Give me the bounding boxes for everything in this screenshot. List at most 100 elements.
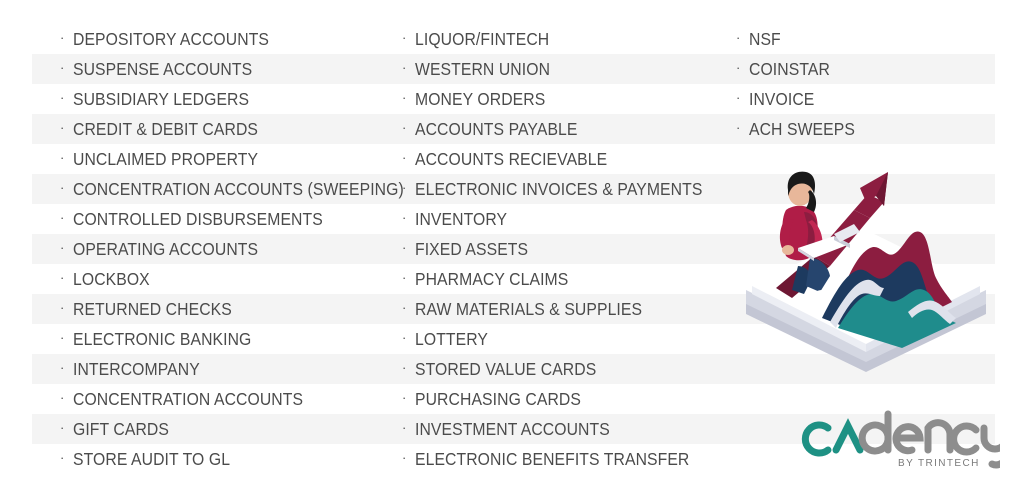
logo-tagline: BY TRINTECH bbox=[898, 458, 980, 469]
bullet-icon: · bbox=[402, 360, 407, 375]
list-item-label: PURCHASING CARDS bbox=[415, 389, 581, 409]
list-item: · GIFT CARDS bbox=[60, 414, 390, 444]
bullet-icon: · bbox=[402, 450, 407, 465]
bullet-icon: · bbox=[402, 30, 407, 45]
list-item: · ACH SWEEPS bbox=[736, 114, 1020, 144]
list-item: · UNCLAIMED PROPERTY bbox=[60, 144, 390, 174]
logo-letter-c2 bbox=[950, 422, 980, 456]
list-item-label: CONTROLLED DISBURSEMENTS bbox=[73, 209, 323, 229]
list-item-label: INVENTORY bbox=[415, 209, 508, 229]
list-item: · RAW MATERIALS & SUPPLIES bbox=[402, 294, 720, 324]
bullet-icon: · bbox=[402, 270, 407, 285]
list-item: · PURCHASING CARDS bbox=[402, 384, 720, 414]
list-item: · STORE AUDIT TO GL bbox=[60, 444, 390, 474]
list-item-label: OPERATING ACCOUNTS bbox=[73, 239, 259, 259]
bullet-icon: · bbox=[60, 30, 65, 45]
bullet-icon: · bbox=[736, 60, 741, 75]
bullet-icon: · bbox=[402, 240, 407, 255]
list-item-label: GIFT CARDS bbox=[73, 419, 170, 439]
list-item: · CONCENTRATION ACCOUNTS (SWEEPING) bbox=[60, 174, 404, 204]
list-item: · COINSTAR bbox=[736, 54, 1020, 84]
bullet-icon: · bbox=[402, 390, 407, 405]
list-item-label: LIQUOR/FINTECH bbox=[415, 29, 550, 49]
list-item-label: RETURNED CHECKS bbox=[73, 299, 232, 319]
list-item-label: LOCKBOX bbox=[73, 269, 150, 289]
logo-letter-n bbox=[924, 419, 954, 454]
list-item-label: INVOICE bbox=[749, 89, 815, 109]
list-item: · PHARMACY CLAIMS bbox=[402, 264, 720, 294]
list-item-label: ELECTRONIC BANKING bbox=[73, 329, 252, 349]
bullet-icon: · bbox=[60, 270, 65, 285]
isometric-analyst-illustration bbox=[738, 162, 994, 372]
logo-letter-a bbox=[832, 418, 864, 454]
logo-letter-y-bowl bbox=[980, 424, 1000, 453]
bullet-icon: · bbox=[60, 450, 65, 465]
bullet-icon: · bbox=[402, 300, 407, 315]
list-item: · MONEY ORDERS bbox=[402, 84, 720, 114]
list-item-label: LOTTERY bbox=[415, 329, 488, 349]
list-item: · LOCKBOX bbox=[60, 264, 390, 294]
bullet-icon: · bbox=[736, 120, 741, 135]
list-item: · ELECTRONIC BANKING bbox=[60, 324, 390, 354]
bullet-icon: · bbox=[402, 330, 407, 345]
list-item: · OPERATING ACCOUNTS bbox=[60, 234, 390, 264]
list-item: · ELECTRONIC BENEFITS TRANSFER bbox=[402, 444, 720, 474]
list-item: · STORED VALUE CARDS bbox=[402, 354, 720, 384]
list-item-label: CREDIT & DEBIT CARDS bbox=[73, 119, 259, 139]
list-item-label: SUBSIDIARY LEDGERS bbox=[73, 89, 250, 109]
list-item: · ELECTRONIC INVOICES & PAYMENTS bbox=[402, 174, 720, 204]
logo-letter-c bbox=[801, 421, 832, 457]
list-item: · ACCOUNTS RECIEVABLE bbox=[402, 144, 720, 174]
bullet-icon: · bbox=[402, 420, 407, 435]
list-item: · WESTERN UNION bbox=[402, 54, 720, 84]
bullet-icon: · bbox=[60, 420, 65, 435]
list-item: · INTERCOMPANY bbox=[60, 354, 390, 384]
list-item-label: INTERCOMPANY bbox=[73, 359, 200, 379]
list-item: · SUBSIDIARY LEDGERS bbox=[60, 84, 390, 114]
list-item-label: ELECTRONIC BENEFITS TRANSFER bbox=[415, 449, 690, 469]
slide-canvas: · DEPOSITORY ACCOUNTS · SUSPENSE ACCOUNTS · S… bbox=[0, 0, 1024, 500]
list-column-2: · LIQUOR/FINTECH · WESTERN UNION · MONEY ORDE… bbox=[390, 24, 720, 476]
list-item-label: PHARMACY CLAIMS bbox=[415, 269, 569, 289]
bullet-icon: · bbox=[402, 210, 407, 225]
bullet-icon: · bbox=[60, 180, 65, 195]
list-column-1: · DEPOSITORY ACCOUNTS · SUSPENSE ACCOUNTS · S… bbox=[0, 24, 404, 476]
bullet-icon: · bbox=[402, 60, 407, 75]
bullet-icon: · bbox=[402, 120, 407, 135]
list-item: · DEPOSITORY ACCOUNTS bbox=[60, 24, 390, 54]
list-item: · INVOICE bbox=[736, 84, 1020, 114]
list-item-label: STORE AUDIT TO GL bbox=[73, 449, 231, 469]
list-item-label: RAW MATERIALS & SUPPLIES bbox=[415, 299, 643, 319]
list-item: · INVENTORY bbox=[402, 204, 720, 234]
list-item-label: MONEY ORDERS bbox=[415, 89, 546, 109]
list-item-label: SUSPENSE ACCOUNTS bbox=[73, 59, 253, 79]
list-item-label: STORED VALUE CARDS bbox=[415, 359, 597, 379]
list-item: · INVESTMENT ACCOUNTS bbox=[402, 414, 720, 444]
list-item-label: DEPOSITORY ACCOUNTS bbox=[73, 29, 270, 49]
bullet-icon: · bbox=[60, 210, 65, 225]
list-item-label: WESTERN UNION bbox=[415, 59, 551, 79]
list-item-label: CONCENTRATION ACCOUNTS bbox=[73, 389, 304, 409]
list-item-label: ACH SWEEPS bbox=[749, 119, 855, 139]
list-item: · FIXED ASSETS bbox=[402, 234, 720, 264]
list-item: · LOTTERY bbox=[402, 324, 720, 354]
bullet-icon: · bbox=[60, 60, 65, 75]
logo-letter-d-bowl bbox=[858, 421, 892, 455]
list-item: · CREDIT & DEBIT CARDS bbox=[60, 114, 390, 144]
bullet-icon: · bbox=[736, 90, 741, 105]
bullet-icon: · bbox=[402, 150, 407, 165]
figure-hand-left bbox=[782, 245, 794, 255]
bullet-icon: · bbox=[60, 300, 65, 315]
list-item: · CONTROLLED DISBURSEMENTS bbox=[60, 204, 390, 234]
bullet-icon: · bbox=[60, 150, 65, 165]
list-item-label: ELECTRONIC INVOICES & PAYMENTS bbox=[415, 179, 703, 199]
logo-letter-e bbox=[892, 423, 924, 455]
bullet-icon: · bbox=[60, 330, 65, 345]
list-item-label: FIXED ASSETS bbox=[415, 239, 529, 259]
cadency-logo: BY TRINTECH bbox=[800, 404, 1000, 472]
list-item: · RETURNED CHECKS bbox=[60, 294, 390, 324]
list-item-label: NSF bbox=[749, 29, 781, 49]
bullet-icon: · bbox=[402, 90, 407, 105]
list-item-label: UNCLAIMED PROPERTY bbox=[73, 149, 259, 169]
figure-shoe bbox=[813, 290, 831, 302]
